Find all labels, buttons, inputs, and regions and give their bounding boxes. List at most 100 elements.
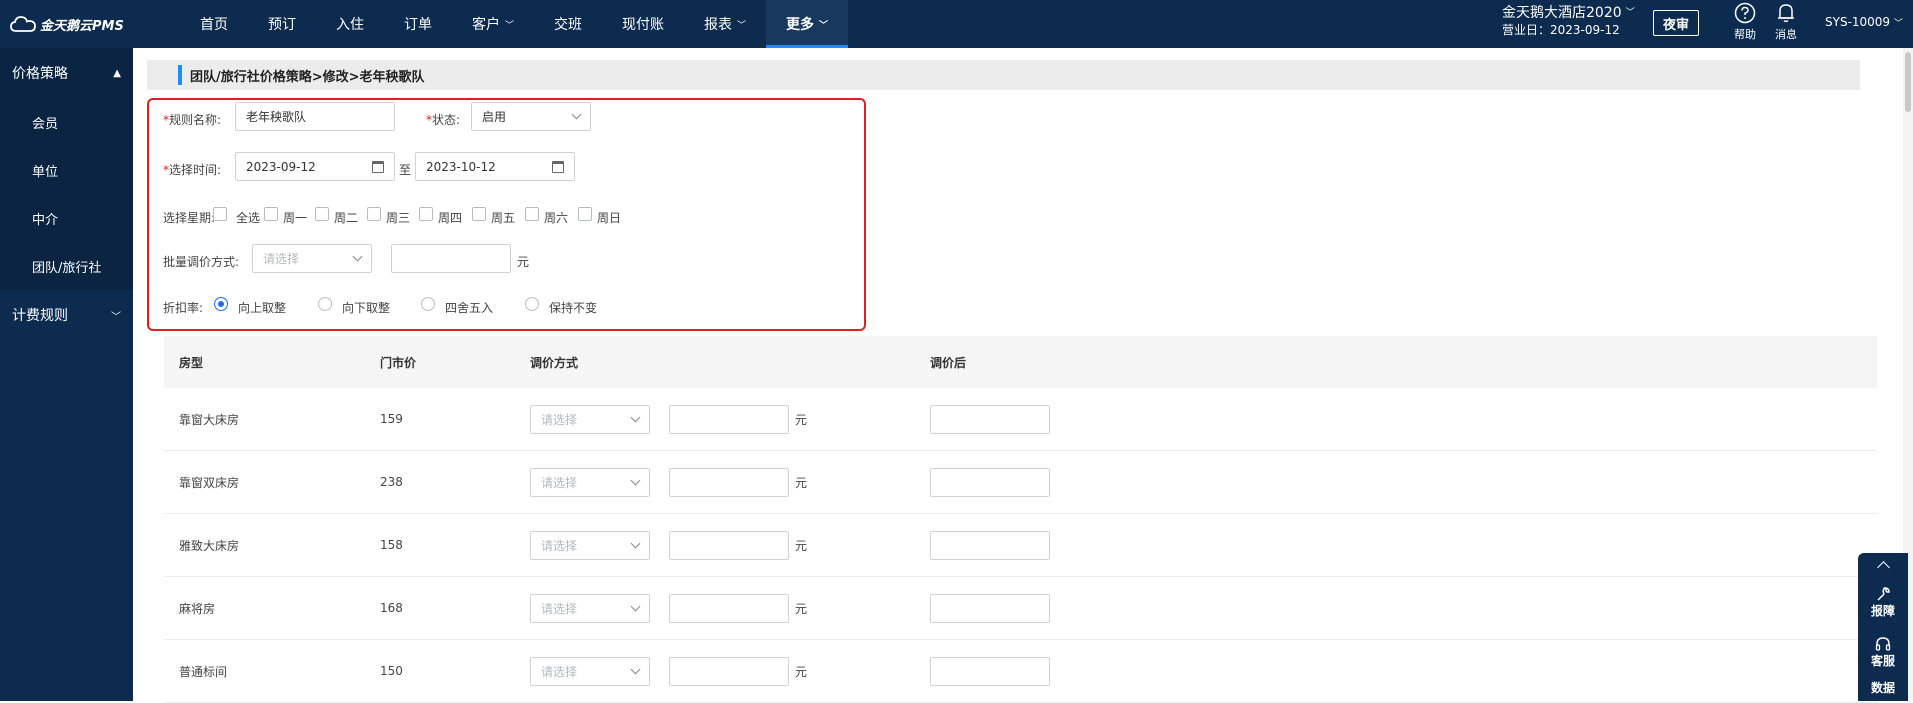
adjusted-price-input[interactable] (930, 531, 1050, 560)
adjust-method-placeholder: 请选择 (541, 476, 578, 490)
floating-toolbar: 报障 客服 数据 (1858, 553, 1908, 701)
adjust-method-select[interactable]: 请选择 (530, 657, 650, 686)
end-date-picker[interactable]: 2023-10-12 (415, 152, 575, 181)
start-date-picker[interactable]: 2023-09-12 (235, 152, 395, 181)
sidebar-item-company[interactable]: 单位 (0, 146, 133, 194)
chevron-down-icon (630, 475, 641, 486)
main-nav: 首页 预订 入住 订单 客户 ﹀ 交班 现付账 报表 ﹀ 更多 ﹀ (180, 0, 849, 48)
app-logo[interactable]: 金天鹅云PMS (10, 13, 124, 35)
nav-item[interactable]: 客户 ﹀ (452, 0, 534, 48)
room-type-cell: 靠窗大床房 (179, 412, 240, 427)
chevron-down-icon (352, 251, 363, 262)
table-row: 靠窗大床房 159 请选择 元 (164, 388, 1877, 451)
rounding-radio[interactable] (318, 297, 332, 311)
help-button[interactable]: 帮助 (1725, 2, 1765, 46)
nav-item[interactable]: 预订 (248, 0, 316, 48)
chevron-down-icon (571, 109, 582, 120)
help-label: 帮助 (1734, 28, 1756, 41)
batch-adjust-select[interactable]: 请选择 (252, 244, 372, 273)
chevron-down-icon (630, 538, 641, 549)
adjusted-price-input[interactable] (930, 468, 1050, 497)
chevron-up-icon: ▲ (113, 67, 121, 79)
adjusted-price-input[interactable] (930, 405, 1050, 434)
customer-service-button[interactable]: 客服 (1858, 627, 1908, 677)
status-select[interactable]: 启用 (471, 102, 591, 131)
report-issue-button[interactable]: 报障 (1858, 577, 1908, 627)
weekday-checkbox[interactable] (315, 207, 329, 221)
scroll-top-button[interactable] (1858, 553, 1908, 577)
room-type-cell: 靠窗双床房 (179, 475, 240, 490)
adjusted-price-input[interactable] (930, 594, 1050, 623)
unit-label: 元 (795, 601, 808, 616)
adjust-amount-input[interactable] (669, 531, 789, 560)
rounding-radio[interactable] (214, 297, 228, 311)
rack-rate-cell: 158 (380, 538, 403, 552)
chevron-down-icon: ﹀ (1893, 19, 1903, 29)
rounding-option-label: 四舍五入 (445, 301, 494, 315)
sidebar-item-label: 单位 (32, 164, 59, 180)
adjusted-price-input[interactable] (930, 657, 1050, 686)
rule-form-highlight: *规则名称: 老年秧歌队 *状态: 启用 *选择时间: 2023-09-12 至… (147, 98, 866, 331)
weekday-checkbox[interactable] (525, 207, 539, 221)
nav-item[interactable]: 现付账 (602, 0, 684, 48)
sidebar-item-agent[interactable]: 中介 (0, 194, 133, 242)
batch-amount-input[interactable] (391, 244, 511, 273)
rounding-radio[interactable] (421, 297, 435, 311)
nav-item-label: 订单 (404, 17, 432, 33)
sidebar-group-price-strategy[interactable]: 价格策略 ▲ (0, 48, 133, 98)
nav-item[interactable]: 订单 (384, 0, 452, 48)
nav-item[interactable]: 报表 ﹀ (684, 0, 766, 48)
unit-label: 元 (795, 538, 808, 553)
nav-item-label: 更多 (786, 17, 815, 33)
sidebar-item-group-travel[interactable]: 团队/旅行社 (0, 242, 133, 290)
hotel-info[interactable]: 金天鹅大酒店2020 ﹀ 营业日：2023-09-12 (1502, 5, 1635, 39)
sidebar-item-member[interactable]: 会员 (0, 98, 133, 146)
messages-label: 消息 (1775, 28, 1797, 41)
nav-item-label: 首页 (200, 17, 228, 33)
weekday-checkbox[interactable] (367, 207, 381, 221)
nav-item[interactable]: 更多 ﹀ (766, 0, 849, 48)
adjust-method-placeholder: 请选择 (541, 602, 578, 616)
nav-item[interactable]: 首页 (180, 0, 248, 48)
weekday-checkbox[interactable] (419, 207, 433, 221)
app-brand: 金天鹅云PMS (40, 18, 124, 34)
adjust-method-select[interactable]: 请选择 (530, 468, 650, 497)
adjust-method-select[interactable]: 请选择 (530, 594, 650, 623)
calendar-icon (552, 160, 564, 173)
room-type-cell: 雅致大床房 (179, 538, 240, 553)
nav-item-label: 客户 (472, 17, 500, 33)
messages-button[interactable]: 消息 (1766, 2, 1806, 46)
scrollbar-thumb[interactable] (1905, 52, 1911, 112)
sidebar-item-label: 团队/旅行社 (32, 260, 102, 276)
nav-item[interactable]: 交班 (534, 0, 602, 48)
sidebar-group-billing-rules[interactable]: 计费规则 ﹀ (0, 290, 133, 340)
status-label: *状态: (426, 113, 461, 127)
weekday-checkbox[interactable] (578, 207, 592, 221)
header-adjusted-price: 调价后 (930, 355, 967, 370)
night-audit-button[interactable]: 夜审 (1653, 10, 1699, 36)
top-navbar: 金天鹅云PMS 首页 预订 入住 订单 客户 ﹀ 交班 现付账 报表 ﹀ 更多 ﹀ 金天鹅大酒店202… (0, 0, 1913, 48)
chevron-down-icon (630, 664, 641, 675)
nav-item[interactable]: 入住 (316, 0, 384, 48)
adjust-method-select[interactable]: 请选择 (530, 405, 650, 434)
adjust-method-select[interactable]: 请选择 (530, 531, 650, 560)
weekday-checkbox[interactable] (264, 207, 278, 221)
user-menu[interactable]: SYS-10009 ﹀ (1825, 15, 1903, 29)
adjust-amount-input[interactable] (669, 405, 789, 434)
data-button[interactable]: 数据 (1858, 677, 1908, 701)
end-date-value: 2023-10-12 (426, 159, 496, 174)
weekday-checkbox[interactable] (213, 207, 227, 221)
weekday-checkbox[interactable] (472, 207, 486, 221)
rounding-radio[interactable] (525, 297, 539, 311)
adjust-amount-input[interactable] (669, 468, 789, 497)
adjust-amount-input[interactable] (669, 594, 789, 623)
room-type-cell: 麻将房 (179, 601, 216, 616)
rule-name-input[interactable]: 老年秧歌队 (235, 102, 395, 131)
adjust-amount-input[interactable] (669, 657, 789, 686)
rounding-option-label: 向上取整 (238, 301, 287, 315)
nav-item-label: 入住 (336, 17, 364, 33)
adjust-method-placeholder: 请选择 (541, 413, 578, 427)
business-day: 营业日：2023-09-12 (1502, 23, 1620, 37)
weekday-label: 周日 (597, 211, 622, 225)
chevron-down-icon: ﹀ (505, 20, 515, 31)
